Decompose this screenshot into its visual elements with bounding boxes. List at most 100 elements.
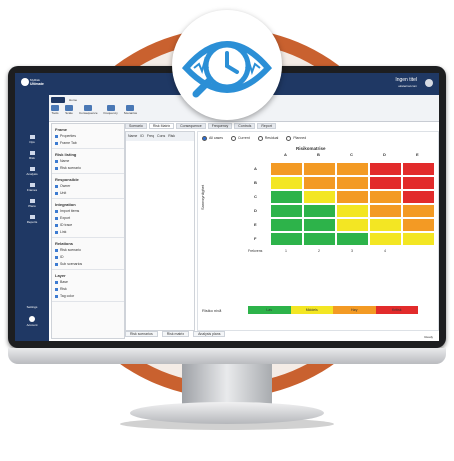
matrix-cell[interactable] xyxy=(402,232,435,246)
matrix-cell[interactable] xyxy=(369,190,402,204)
matrix-row-header: D xyxy=(254,208,257,213)
matrix-cell[interactable] xyxy=(336,218,369,232)
tab-frequency[interactable]: Frequency xyxy=(207,123,233,129)
sidebar-item-icon xyxy=(29,167,35,171)
ribbon-group[interactable]: Scenarios xyxy=(124,105,137,119)
sidebar-item[interactable]: Risk xyxy=(15,151,49,165)
matrix-cell[interactable] xyxy=(303,176,336,190)
left-section-item[interactable]: Tag color xyxy=(55,294,121,299)
ribbon-group[interactable]: Consequence xyxy=(79,105,98,119)
matrix-cell[interactable] xyxy=(303,204,336,218)
home-tab[interactable]: Home xyxy=(69,98,77,103)
tab-risk-matrix[interactable]: Risk Matrix xyxy=(148,123,175,129)
sidebar-item-settings[interactable]: Settings xyxy=(15,305,49,310)
left-section-item[interactable]: Name xyxy=(55,159,121,164)
matrix-cell[interactable] xyxy=(369,232,402,246)
matrix-cell[interactable] xyxy=(402,204,435,218)
matrix-cell[interactable] xyxy=(369,204,402,218)
matrix-cell[interactable] xyxy=(270,162,303,176)
sidebar-item-icon xyxy=(29,151,35,155)
matrix-cell[interactable] xyxy=(270,204,303,218)
item-icon xyxy=(55,249,58,252)
sidebar-bottom: Settings Account xyxy=(15,305,49,328)
matrix-cell[interactable] xyxy=(303,218,336,232)
matrix-option[interactable]: Residual xyxy=(257,136,278,141)
matrix-cell[interactable] xyxy=(336,176,369,190)
left-section-item[interactable]: Unit xyxy=(55,191,121,196)
matrix-cell[interactable] xyxy=(270,218,303,232)
matrix-cell[interactable] xyxy=(336,232,369,246)
account-icon[interactable] xyxy=(29,316,35,322)
tab-report[interactable]: Report xyxy=(257,123,276,129)
sidebar-item[interactable]: Reports xyxy=(15,215,49,229)
matrix-cell[interactable] xyxy=(369,162,402,176)
table-header-cell[interactable]: Name xyxy=(128,134,137,139)
tab-strip: Scenario Risk Matrix Consequence Frequency C… xyxy=(125,123,437,129)
matrix-cell[interactable] xyxy=(336,162,369,176)
sidebar-item-label: Ops xyxy=(29,140,35,144)
matrix-option[interactable]: Planned xyxy=(286,136,306,141)
left-section-item[interactable]: ID trace xyxy=(55,223,121,228)
item-label: Sub scenarios xyxy=(60,262,83,266)
item-label: Unit xyxy=(60,191,67,195)
matrix-cell[interactable] xyxy=(270,190,303,204)
left-section-item[interactable]: Export xyxy=(55,216,121,221)
matrix-cell[interactable] xyxy=(303,232,336,246)
option-label: Current xyxy=(238,136,250,140)
left-section: Relations Risk scenario ID Sub scenarios xyxy=(52,238,124,270)
matrix-cell[interactable] xyxy=(270,176,303,190)
left-section-item[interactable]: Frame Tab xyxy=(55,141,121,146)
tab-controls[interactable]: Controls xyxy=(234,123,256,129)
left-section-item[interactable]: Import items xyxy=(55,209,121,214)
matrix-cell[interactable] xyxy=(369,176,402,190)
matrix-cell[interactable] xyxy=(270,232,303,246)
tab-scenario[interactable]: Scenario xyxy=(125,123,147,129)
matrix-cell[interactable] xyxy=(402,176,435,190)
matrix-cell[interactable] xyxy=(402,218,435,232)
user-avatar[interactable] xyxy=(425,79,433,87)
legend-item: Høy xyxy=(333,306,376,314)
bottom-tab[interactable]: Risk matrix xyxy=(161,331,190,337)
bottom-tab[interactable]: Risk scenarios xyxy=(125,331,158,337)
ribbon-group[interactable]: Scale xyxy=(65,105,73,119)
matrix-cell[interactable] xyxy=(303,190,336,204)
left-section-item[interactable]: Risk scenario xyxy=(55,248,121,253)
sidebar-item-account[interactable]: Account xyxy=(15,323,49,328)
left-section-item[interactable]: Link xyxy=(55,230,121,235)
matrix-cell[interactable] xyxy=(336,190,369,204)
left-section-item[interactable]: ID xyxy=(55,255,121,260)
sidebar-item-label: Frames xyxy=(26,188,38,192)
table-header-cell[interactable]: Freq xyxy=(147,134,154,139)
ribbon-group[interactable]: Frequency xyxy=(104,105,118,119)
item-label: Risk scenario xyxy=(60,166,82,170)
left-section-item[interactable]: Risk xyxy=(55,287,121,292)
matrix-cell[interactable] xyxy=(336,204,369,218)
sidebar-item[interactable]: Ops xyxy=(15,135,49,149)
logo-line2: Ultimate xyxy=(30,82,44,86)
left-section-item[interactable]: Sub scenarios xyxy=(55,262,121,267)
ribbon-group[interactable]: Tools xyxy=(51,105,59,119)
matrix-option[interactable]: Current xyxy=(231,136,250,141)
sidebar-item[interactable]: Analysis xyxy=(15,167,49,181)
matrix-row-header: E xyxy=(254,222,257,227)
matrix-cell[interactable] xyxy=(369,218,402,232)
matrix-cell[interactable] xyxy=(402,190,435,204)
matrix-option[interactable]: All cases xyxy=(202,136,223,141)
left-section-item[interactable]: Base xyxy=(55,280,121,285)
table-header: Name ID Freq Cons Risk xyxy=(126,132,194,141)
tab-consequence[interactable]: Consequence xyxy=(176,123,206,129)
left-section-item[interactable]: Properties xyxy=(55,134,121,139)
item-label: Frame Tab xyxy=(60,141,77,145)
file-tab[interactable]: File xyxy=(51,97,65,111)
matrix-col-header: B xyxy=(317,152,320,157)
matrix-cell[interactable] xyxy=(303,162,336,176)
table-header-cell[interactable]: ID xyxy=(140,134,144,139)
table-header-cell[interactable]: Risk xyxy=(168,134,175,139)
sidebar-item[interactable]: Frames xyxy=(15,183,49,197)
left-section-item[interactable]: Owner xyxy=(55,184,121,189)
bottom-tab[interactable]: Analysis plans xyxy=(193,331,226,337)
matrix-cell[interactable] xyxy=(402,162,435,176)
left-section-item[interactable]: Risk scenario xyxy=(55,166,121,171)
sidebar-item[interactable]: Plans xyxy=(15,199,49,213)
table-header-cell[interactable]: Cons xyxy=(157,134,165,139)
